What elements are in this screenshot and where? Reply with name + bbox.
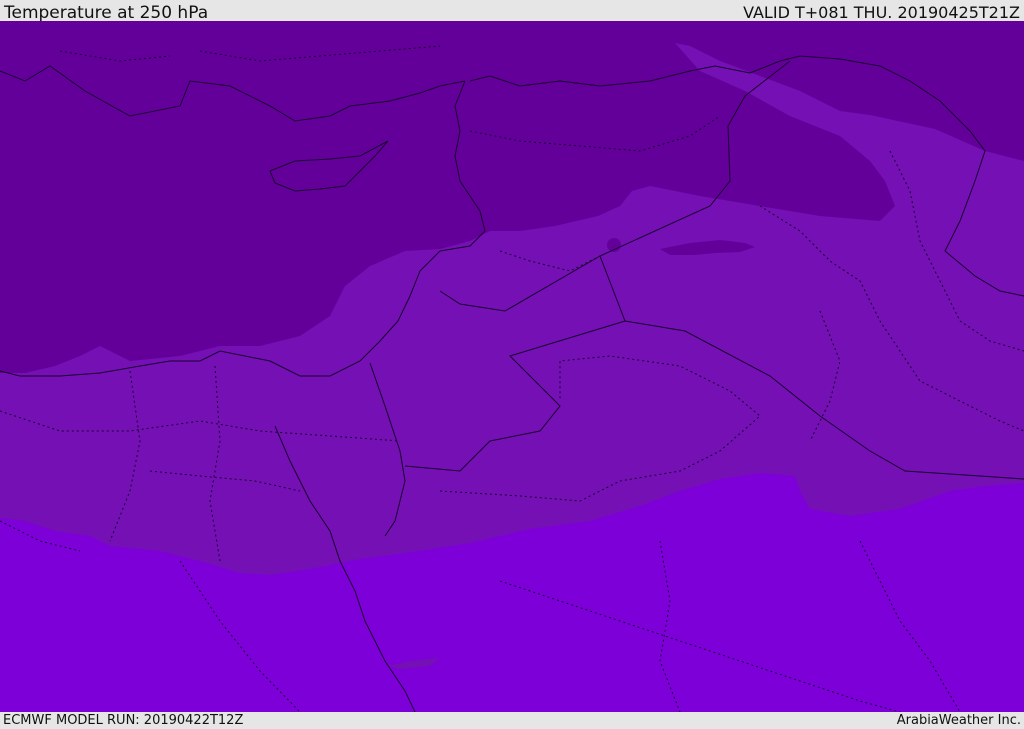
map-canvas [0,21,1024,712]
map-title: Temperature at 250 hPa [4,3,209,23]
temperature-map[interactable] [0,21,1024,712]
credit: ArabiaWeather Inc. [896,713,1021,728]
model-run: ECMWF MODEL RUN: 20190422T12Z [3,713,244,728]
footer-bar: ECMWF MODEL RUN: 20190422T12Z ArabiaWeat… [0,712,1024,729]
valid-time: VALID T+081 THU. 20190425T21Z [743,3,1020,22]
header-bar: Temperature at 250 hPa VALID T+081 THU. … [0,0,1024,23]
